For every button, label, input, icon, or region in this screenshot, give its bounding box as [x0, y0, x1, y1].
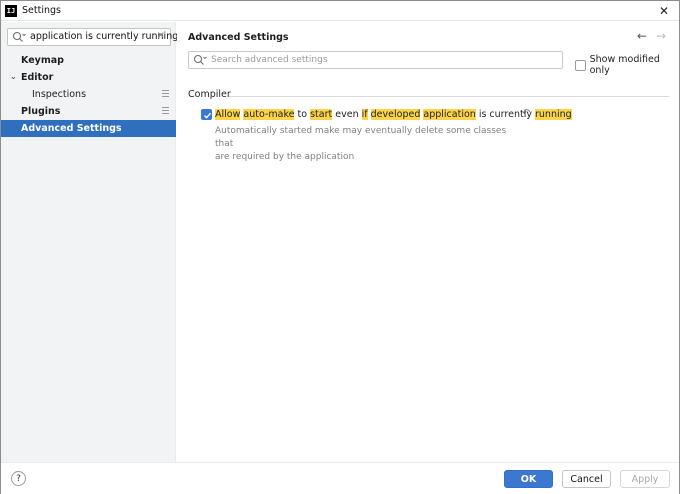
highlighted-word: running: [535, 109, 572, 120]
sidebar-item-label: Editor: [21, 72, 54, 83]
reset-to-default-icon[interactable]: ↶: [522, 108, 530, 119]
search-icon: [193, 54, 207, 65]
sidebar-item-keymap[interactable]: Keymap: [1, 52, 176, 69]
sidebar-item-advanced-settings[interactable]: Advanced Settings: [1, 120, 176, 137]
show-modified-only-toggle[interactable]: Show modified only: [575, 54, 679, 76]
clear-search-icon[interactable]: ×: [157, 30, 165, 41]
title-bar: IJ Settings ✕: [1, 1, 679, 21]
label-word: to: [297, 109, 308, 120]
apply-button[interactable]: Apply: [620, 470, 670, 488]
highlighted-word: start: [310, 109, 333, 120]
highlighted-word: Allow: [215, 109, 241, 120]
sidebar-item-label: Advanced Settings: [21, 123, 122, 134]
description-line: Automatically started make may eventuall…: [215, 126, 507, 149]
sidebar-item-editor[interactable]: ⌄ Editor: [1, 69, 176, 86]
back-arrow-icon[interactable]: ←: [637, 29, 647, 43]
settings-search-field[interactable]: application is currently running ×: [7, 28, 178, 46]
highlighted-word: auto-make: [243, 109, 295, 120]
close-icon[interactable]: ✕: [659, 4, 669, 18]
sidebar-item-label: Plugins: [21, 106, 61, 117]
group-separator: [229, 96, 669, 97]
allow-auto-make-checkbox[interactable]: [201, 109, 212, 120]
ok-button[interactable]: OK: [504, 470, 553, 488]
project-settings-icon: [162, 90, 169, 97]
help-button[interactable]: ?: [11, 471, 26, 486]
checkmark-icon: [204, 112, 212, 119]
sidebar-item-plugins[interactable]: Plugins: [1, 103, 176, 120]
group-label-compiler: Compiler: [188, 89, 231, 100]
chevron-down-icon[interactable]: ⌄: [10, 72, 17, 81]
window-title: Settings: [22, 5, 61, 16]
page-title: Advanced Settings: [188, 32, 289, 43]
label-word: even: [335, 109, 359, 120]
sidebar-item-label: Keymap: [21, 55, 64, 66]
advanced-search-input[interactable]: [211, 53, 551, 67]
dialog-footer: ? OK Cancel Apply: [1, 462, 679, 494]
option-description: Automatically started make may eventuall…: [215, 125, 515, 164]
allow-auto-make-label[interactable]: Allow auto-make to start even if develop…: [215, 109, 572, 120]
intellij-logo-icon: IJ: [5, 5, 17, 17]
project-settings-icon: [162, 107, 169, 114]
search-icon: [12, 31, 26, 42]
cancel-button[interactable]: Cancel: [562, 470, 611, 488]
highlighted-word: if: [361, 109, 368, 120]
highlighted-word: application: [423, 109, 476, 120]
advanced-search-field[interactable]: [188, 51, 563, 69]
show-modified-label: Show modified only: [589, 54, 660, 76]
highlighted-word: developed: [370, 109, 421, 120]
show-modified-checkbox[interactable]: [575, 59, 586, 71]
forward-arrow-icon[interactable]: →: [656, 29, 666, 43]
settings-content: Advanced Settings ← → Show modified only…: [177, 22, 679, 462]
sidebar-item-inspections[interactable]: Inspections: [1, 86, 176, 103]
settings-window: IJ Settings ✕ application is currently r…: [0, 0, 680, 494]
sidebar-item-label: Inspections: [32, 89, 87, 100]
settings-sidebar: application is currently running × Keyma…: [1, 22, 178, 462]
description-line: are required by the application: [215, 152, 355, 162]
